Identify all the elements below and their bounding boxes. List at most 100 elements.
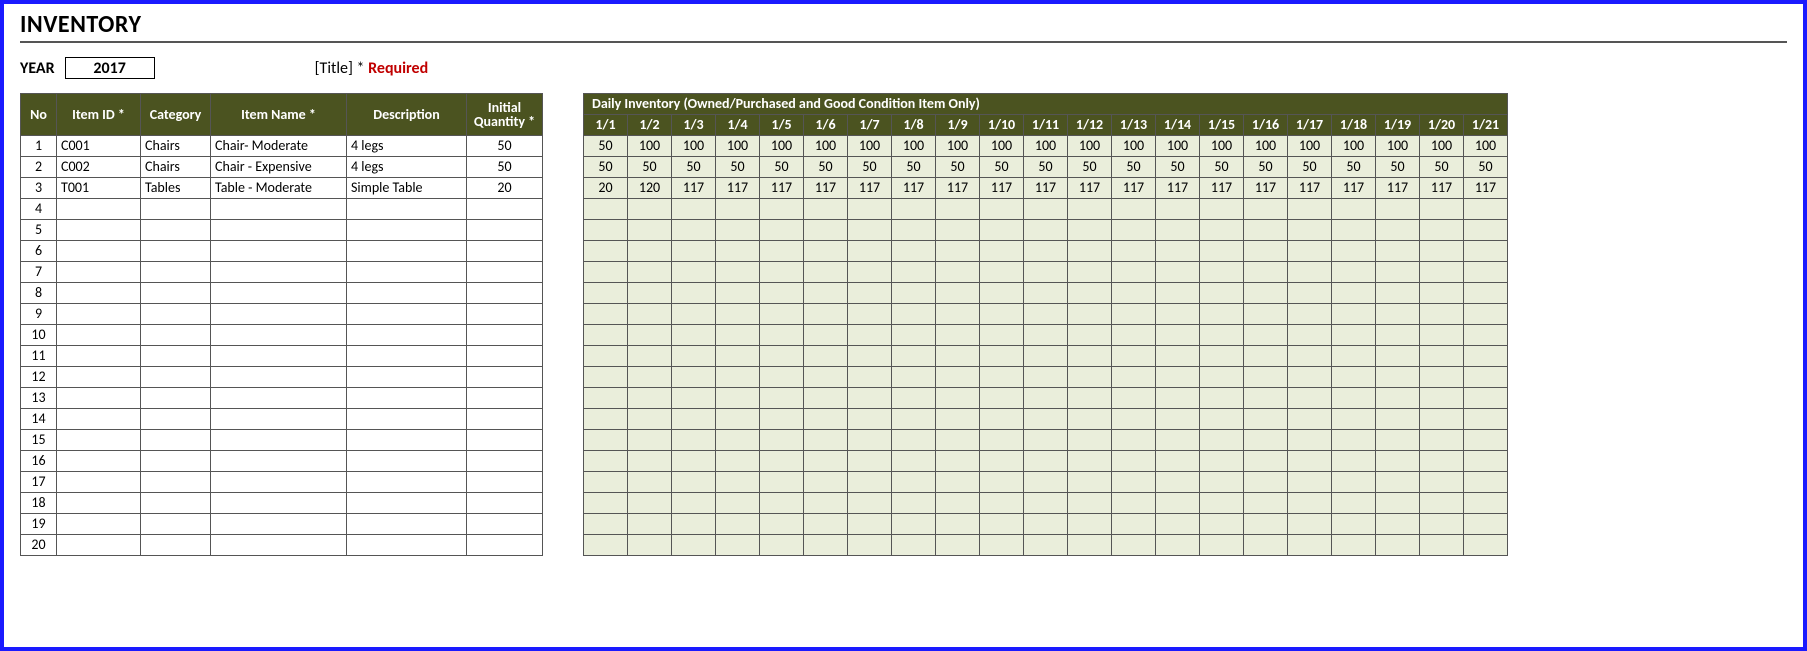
daily-cell[interactable] — [1376, 304, 1420, 325]
cell-item-id[interactable] — [57, 304, 141, 325]
daily-cell[interactable] — [1420, 283, 1464, 304]
daily-cell[interactable] — [1200, 472, 1244, 493]
daily-cell[interactable] — [760, 409, 804, 430]
daily-cell[interactable] — [584, 472, 628, 493]
cell-initial-qty[interactable]: 50 — [467, 136, 543, 157]
daily-cell[interactable] — [1288, 493, 1332, 514]
daily-cell[interactable] — [760, 388, 804, 409]
daily-cell[interactable] — [628, 325, 672, 346]
daily-cell[interactable]: 117 — [980, 178, 1024, 199]
daily-cell[interactable]: 50 — [1420, 157, 1464, 178]
cell-no[interactable]: 20 — [21, 535, 57, 556]
daily-cell[interactable] — [1156, 514, 1200, 535]
cell-category[interactable]: Tables — [141, 178, 211, 199]
daily-cell[interactable] — [1288, 451, 1332, 472]
daily-cell[interactable] — [760, 220, 804, 241]
daily-cell[interactable] — [1244, 199, 1288, 220]
daily-cell[interactable] — [892, 367, 936, 388]
daily-cell[interactable] — [1288, 304, 1332, 325]
daily-cell[interactable]: 117 — [936, 178, 980, 199]
table-row[interactable]: 18 — [21, 493, 543, 514]
daily-cell[interactable] — [848, 388, 892, 409]
daily-cell[interactable] — [1464, 262, 1508, 283]
table-row[interactable]: 10 — [21, 325, 543, 346]
daily-cell[interactable] — [1112, 514, 1156, 535]
daily-cell[interactable] — [1200, 199, 1244, 220]
daily-cell[interactable] — [1244, 262, 1288, 283]
daily-cell[interactable] — [1244, 304, 1288, 325]
cell-category[interactable] — [141, 409, 211, 430]
daily-cell[interactable] — [716, 514, 760, 535]
daily-cell[interactable]: 50 — [1332, 157, 1376, 178]
cell-initial-qty[interactable] — [467, 409, 543, 430]
daily-cell[interactable] — [936, 430, 980, 451]
daily-cell[interactable]: 20 — [584, 178, 628, 199]
daily-cell[interactable]: 50 — [1068, 157, 1112, 178]
cell-item-id[interactable] — [57, 241, 141, 262]
daily-row[interactable] — [584, 430, 1508, 451]
cell-item-id[interactable] — [57, 199, 141, 220]
daily-cell[interactable] — [1112, 430, 1156, 451]
daily-cell[interactable] — [1068, 262, 1112, 283]
daily-cell[interactable] — [804, 493, 848, 514]
daily-cell[interactable] — [980, 388, 1024, 409]
daily-cell[interactable] — [1200, 325, 1244, 346]
cell-initial-qty[interactable] — [467, 388, 543, 409]
cell-initial-qty[interactable]: 20 — [467, 178, 543, 199]
daily-cell[interactable]: 50 — [584, 157, 628, 178]
cell-category[interactable] — [141, 241, 211, 262]
daily-cell[interactable] — [1288, 241, 1332, 262]
cell-category[interactable] — [141, 451, 211, 472]
daily-cell[interactable] — [1376, 199, 1420, 220]
daily-cell[interactable] — [1244, 493, 1288, 514]
daily-cell[interactable] — [1464, 451, 1508, 472]
cell-no[interactable]: 4 — [21, 199, 57, 220]
daily-cell[interactable] — [980, 346, 1024, 367]
daily-cell[interactable] — [848, 514, 892, 535]
daily-cell[interactable] — [804, 535, 848, 556]
daily-cell[interactable]: 100 — [892, 136, 936, 157]
daily-cell[interactable]: 100 — [628, 136, 672, 157]
daily-cell[interactable] — [672, 493, 716, 514]
daily-cell[interactable] — [980, 220, 1024, 241]
daily-cell[interactable] — [1420, 472, 1464, 493]
daily-cell[interactable] — [1464, 283, 1508, 304]
daily-cell[interactable] — [584, 409, 628, 430]
cell-initial-qty[interactable] — [467, 283, 543, 304]
daily-cell[interactable]: 117 — [1332, 178, 1376, 199]
daily-cell[interactable]: 50 — [804, 157, 848, 178]
daily-cell[interactable] — [1376, 430, 1420, 451]
daily-cell[interactable] — [1112, 472, 1156, 493]
daily-cell[interactable] — [804, 283, 848, 304]
daily-cell[interactable] — [848, 451, 892, 472]
daily-cell[interactable] — [716, 325, 760, 346]
daily-cell[interactable]: 117 — [1420, 178, 1464, 199]
daily-cell[interactable] — [584, 220, 628, 241]
cell-description[interactable] — [347, 262, 467, 283]
daily-cell[interactable] — [628, 304, 672, 325]
cell-description[interactable] — [347, 472, 467, 493]
daily-cell[interactable] — [1332, 514, 1376, 535]
daily-cell[interactable] — [672, 535, 716, 556]
daily-cell[interactable] — [1112, 220, 1156, 241]
daily-cell[interactable] — [760, 367, 804, 388]
daily-cell[interactable] — [936, 241, 980, 262]
daily-cell[interactable] — [760, 325, 804, 346]
cell-item-name[interactable] — [211, 304, 347, 325]
daily-cell[interactable] — [1156, 535, 1200, 556]
daily-cell[interactable] — [936, 304, 980, 325]
cell-item-id[interactable]: C002 — [57, 157, 141, 178]
cell-description[interactable] — [347, 409, 467, 430]
cell-item-name[interactable] — [211, 388, 347, 409]
daily-cell[interactable] — [936, 451, 980, 472]
cell-no[interactable]: 1 — [21, 136, 57, 157]
daily-cell[interactable] — [1332, 367, 1376, 388]
daily-cell[interactable] — [1200, 220, 1244, 241]
daily-cell[interactable] — [760, 493, 804, 514]
daily-cell[interactable] — [980, 304, 1024, 325]
cell-category[interactable] — [141, 220, 211, 241]
daily-cell[interactable] — [1156, 493, 1200, 514]
daily-cell[interactable] — [980, 535, 1024, 556]
cell-item-name[interactable] — [211, 199, 347, 220]
daily-cell[interactable] — [1376, 325, 1420, 346]
